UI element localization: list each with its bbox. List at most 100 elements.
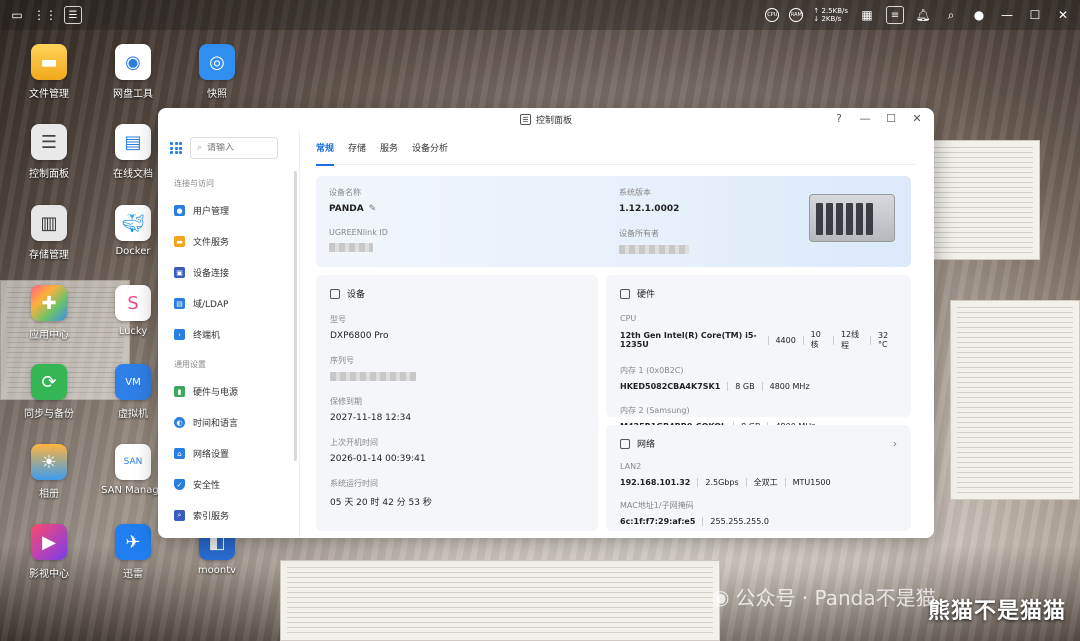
model-value: DXP6800 Pro — [330, 331, 389, 341]
desktop-icon-label: 控制面板 — [29, 169, 69, 180]
uptime-label: 系统运行时间 — [330, 479, 378, 488]
sidebar-item-user-management[interactable]: ● 用户管理 — [158, 195, 299, 226]
sidebar-item-label: 域/LDAP — [193, 300, 229, 310]
sidebar-item-index-service[interactable]: ⌕ 索引服务 — [158, 500, 299, 531]
sidebar-item-label: 设备连接 — [193, 269, 230, 279]
desktop-icon-label: 应用中心 — [29, 330, 69, 341]
owner-redacted — [619, 245, 689, 254]
desktop-icon-label: 相册 — [39, 489, 59, 500]
chip-icon — [620, 288, 630, 299]
desktop-icon-label: 在线文档 — [113, 169, 153, 180]
owner-label: 设备所有者 — [619, 229, 659, 238]
cpu-label: CPU — [620, 314, 637, 323]
maximize-icon[interactable]: ☐ — [1026, 6, 1044, 24]
search-input[interactable] — [207, 143, 268, 153]
search-icon[interactable]: ⌕ — [942, 6, 960, 24]
desktop-icon-snapshot[interactable]: ◎ 快照 — [178, 44, 256, 100]
widgets-icon[interactable]: ▦ — [858, 6, 876, 24]
close-icon[interactable]: ✕ — [1054, 6, 1072, 24]
device-name-label: 设备名称 — [329, 188, 361, 197]
network-icon: ⌂ — [174, 448, 185, 459]
window-close-icon[interactable]: ✕ — [910, 112, 924, 125]
desktop-icon-file-manager[interactable]: ▬ 文件管理 — [10, 44, 88, 100]
window-maximize-icon[interactable]: ☐ — [884, 112, 898, 125]
chevron-right-icon[interactable]: › — [893, 439, 897, 450]
desktop-icon-label: 存储管理 — [29, 250, 69, 261]
memory1-model: HKED5082CBA4K7SK1 — [620, 382, 721, 391]
window-titlebar[interactable]: ☰ 控制面板 ? — ☐ ✕ — [158, 108, 934, 131]
edit-icon[interactable]: ✎ — [369, 204, 377, 214]
cpu-gauge-icon[interactable]: CPU — [765, 8, 780, 22]
apps-grid-icon[interactable]: ⋮⋮ — [33, 6, 57, 24]
sidebar-item-time-language[interactable]: ◐ 时间和语言 — [158, 407, 299, 438]
window-title: 控制面板 — [535, 116, 572, 126]
upload-speed: ↑ 2.5KB/s — [813, 7, 848, 15]
tab-general[interactable]: 常规 — [316, 131, 335, 166]
cpu-temp: 32 °C — [878, 331, 889, 349]
sidebar-search[interactable]: ⌕ — [190, 137, 278, 159]
globe-icon — [620, 438, 630, 449]
notes-icon[interactable]: ≡ — [886, 6, 904, 24]
tab-device-analysis[interactable]: 设备分析 — [412, 131, 448, 165]
tab-bar: 常规 存储 服务 设备分析 — [316, 131, 916, 166]
sidebar-item-label: 安全性 — [193, 481, 221, 491]
sidebar-item-label: 文件服务 — [193, 238, 230, 248]
user-icon[interactable]: ● — [970, 6, 988, 24]
sidebar-item-label: 硬件与电源 — [193, 388, 239, 398]
serial-redacted — [330, 372, 416, 381]
sidebar-scrollbar[interactable] — [294, 171, 297, 461]
bell-icon[interactable]: 🔔︎ — [914, 6, 932, 24]
terminal-icon: › — [174, 329, 185, 340]
system-version: 1.12.1.0002 — [619, 204, 680, 214]
sidebar-item-hardware-power[interactable]: ▮ 硬件与电源 — [158, 376, 299, 407]
folder-icon: ▬ — [174, 236, 185, 247]
minimize-icon[interactable]: — — [998, 6, 1016, 24]
network-card[interactable]: 网络 LAN2 192.168.101.32 2.5Gbps 全双工 MTU15… — [606, 425, 911, 531]
lan-mtu: MTU1500 — [792, 478, 831, 487]
docker-icon: 🐳︎ — [115, 205, 151, 241]
desktop-icon-label: 迅雷 — [123, 569, 143, 580]
control-panel-icon[interactable]: ☰ — [64, 6, 82, 24]
last-boot-value: 2026-01-14 00:39:41 — [330, 454, 426, 464]
video-icon: ▶ — [31, 524, 67, 560]
device-icon — [330, 288, 340, 299]
desktop-icon-photos[interactable]: ☀ 相册 — [10, 444, 88, 500]
desktop-icon-control-panel[interactable]: ☰ 控制面板 — [10, 124, 88, 180]
serial-label: 序列号 — [330, 356, 354, 365]
sidebar-item-ldap[interactable]: ▤ 域/LDAP — [158, 288, 299, 319]
lan-ip: 192.168.101.32 — [620, 478, 691, 487]
window-minimize-icon[interactable]: — — [858, 112, 872, 125]
sidebar-item-device-connection[interactable]: ▣ 设备连接 — [158, 257, 299, 288]
apps-grid-icon[interactable] — [170, 142, 182, 154]
sidebar-item-label: 网络设置 — [193, 450, 230, 460]
tab-storage[interactable]: 存储 — [348, 131, 366, 165]
sidebar-item-security[interactable]: ✓ 安全性 — [158, 469, 299, 500]
mac-address: 6c:1f:f7:29:af:e5 — [620, 517, 696, 526]
desktop-icon-sync-backup[interactable]: ⟳ 同步与备份 — [10, 364, 88, 420]
lan-label: LAN2 — [620, 462, 642, 471]
sidebar-item-terminal[interactable]: › 终端机 — [158, 319, 299, 350]
sidebar-item-network-settings[interactable]: ⌂ 网络设置 — [158, 438, 299, 469]
sidebar-item-file-service[interactable]: ▬ 文件服务 — [158, 226, 299, 257]
wallpaper-paper — [280, 560, 720, 641]
nas-device-image — [809, 194, 895, 242]
desktop-icon-app-center[interactable]: ✚ 应用中心 — [10, 285, 88, 341]
watermark-wechat: ◉ 公众号 · Panda不是猫 — [712, 582, 936, 611]
download-speed: ↓ 2KB/s — [813, 15, 842, 23]
desktop-icon-label: 网盘工具 — [113, 89, 153, 100]
desktop-icon-video-center[interactable]: ▶ 影视中心 — [10, 524, 88, 580]
subnet-mask: 255.255.255.0 — [710, 517, 769, 526]
model-label: 型号 — [330, 315, 346, 324]
tab-services[interactable]: 服务 — [380, 131, 398, 165]
desktop-icon-storage[interactable]: ▥ 存储管理 — [10, 205, 88, 261]
cpu-threads: 12线程 — [840, 330, 860, 350]
thunder-icon: ✈ — [115, 524, 151, 560]
device-name: PANDA — [329, 204, 364, 214]
desktop-icon-cloud-drive[interactable]: ◉ 网盘工具 — [94, 44, 172, 100]
device-card-title: 设备 — [347, 290, 366, 300]
help-icon[interactable]: ? — [832, 112, 846, 125]
monitor-icon[interactable]: ▭ — [8, 6, 26, 24]
sidebar: ⌕ 连接与访问 ● 用户管理 ▬ 文件服务 ▣ 设备连接 ▤ 域/LDAP › … — [158, 131, 300, 538]
ram-gauge-icon[interactable]: RAM — [789, 8, 804, 22]
cpu-cores: 10核 — [810, 330, 821, 349]
